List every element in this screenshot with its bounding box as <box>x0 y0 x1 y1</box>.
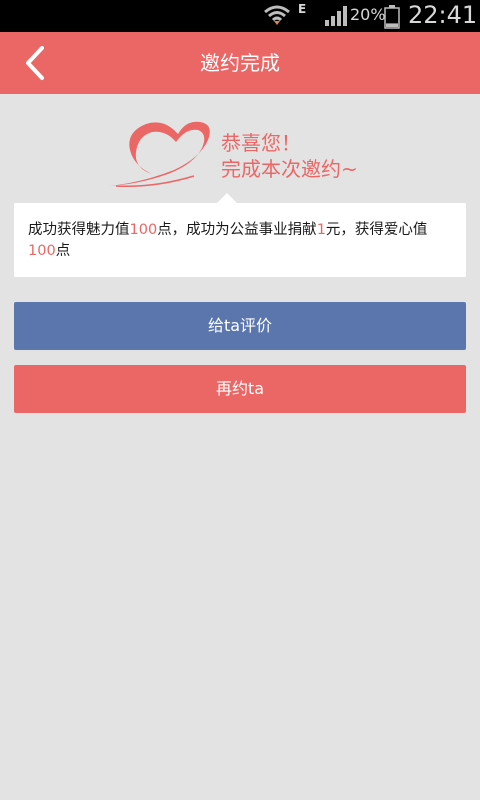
charm-points-value: 100 <box>129 222 158 238</box>
donation-value: 1 <box>316 222 326 238</box>
reinvite-button[interactable]: 再约ta <box>14 365 466 413</box>
love-points-value: 100 <box>28 243 56 259</box>
reward-message-card: 成功获得魅力值100点，成功为公益事业捐献1元，获得爱心值100点 <box>14 193 466 277</box>
message-text-3: 元，获得爱心值 <box>325 222 428 238</box>
back-button[interactable] <box>12 40 58 86</box>
congrats-text: 恭喜您！ 完成本次邀约~ <box>221 130 358 182</box>
congrats-line-1: 恭喜您！ <box>221 131 301 155</box>
signal-icon <box>325 6 347 30</box>
wifi-icon <box>263 4 291 32</box>
message-text-2: 点，成功为公益事业捐献 <box>157 222 317 238</box>
network-type-label: E <box>298 2 307 16</box>
title-bar: 邀约完成 <box>0 32 480 94</box>
message-text-4: 点 <box>55 243 71 259</box>
clock: 22:41 <box>408 1 478 29</box>
heart-icon <box>104 116 224 194</box>
message-text-1: 成功获得魅力值 <box>28 222 130 238</box>
rate-button[interactable]: 给ta评价 <box>14 302 466 350</box>
congrats-line-2: 完成本次邀约~ <box>221 157 358 181</box>
page-title: 邀约完成 <box>200 51 280 75</box>
battery-icon <box>384 5 400 33</box>
chevron-left-icon <box>26 46 44 80</box>
status-bar: E 20% 22:41 <box>0 0 480 32</box>
battery-percent: 20% <box>350 5 386 24</box>
